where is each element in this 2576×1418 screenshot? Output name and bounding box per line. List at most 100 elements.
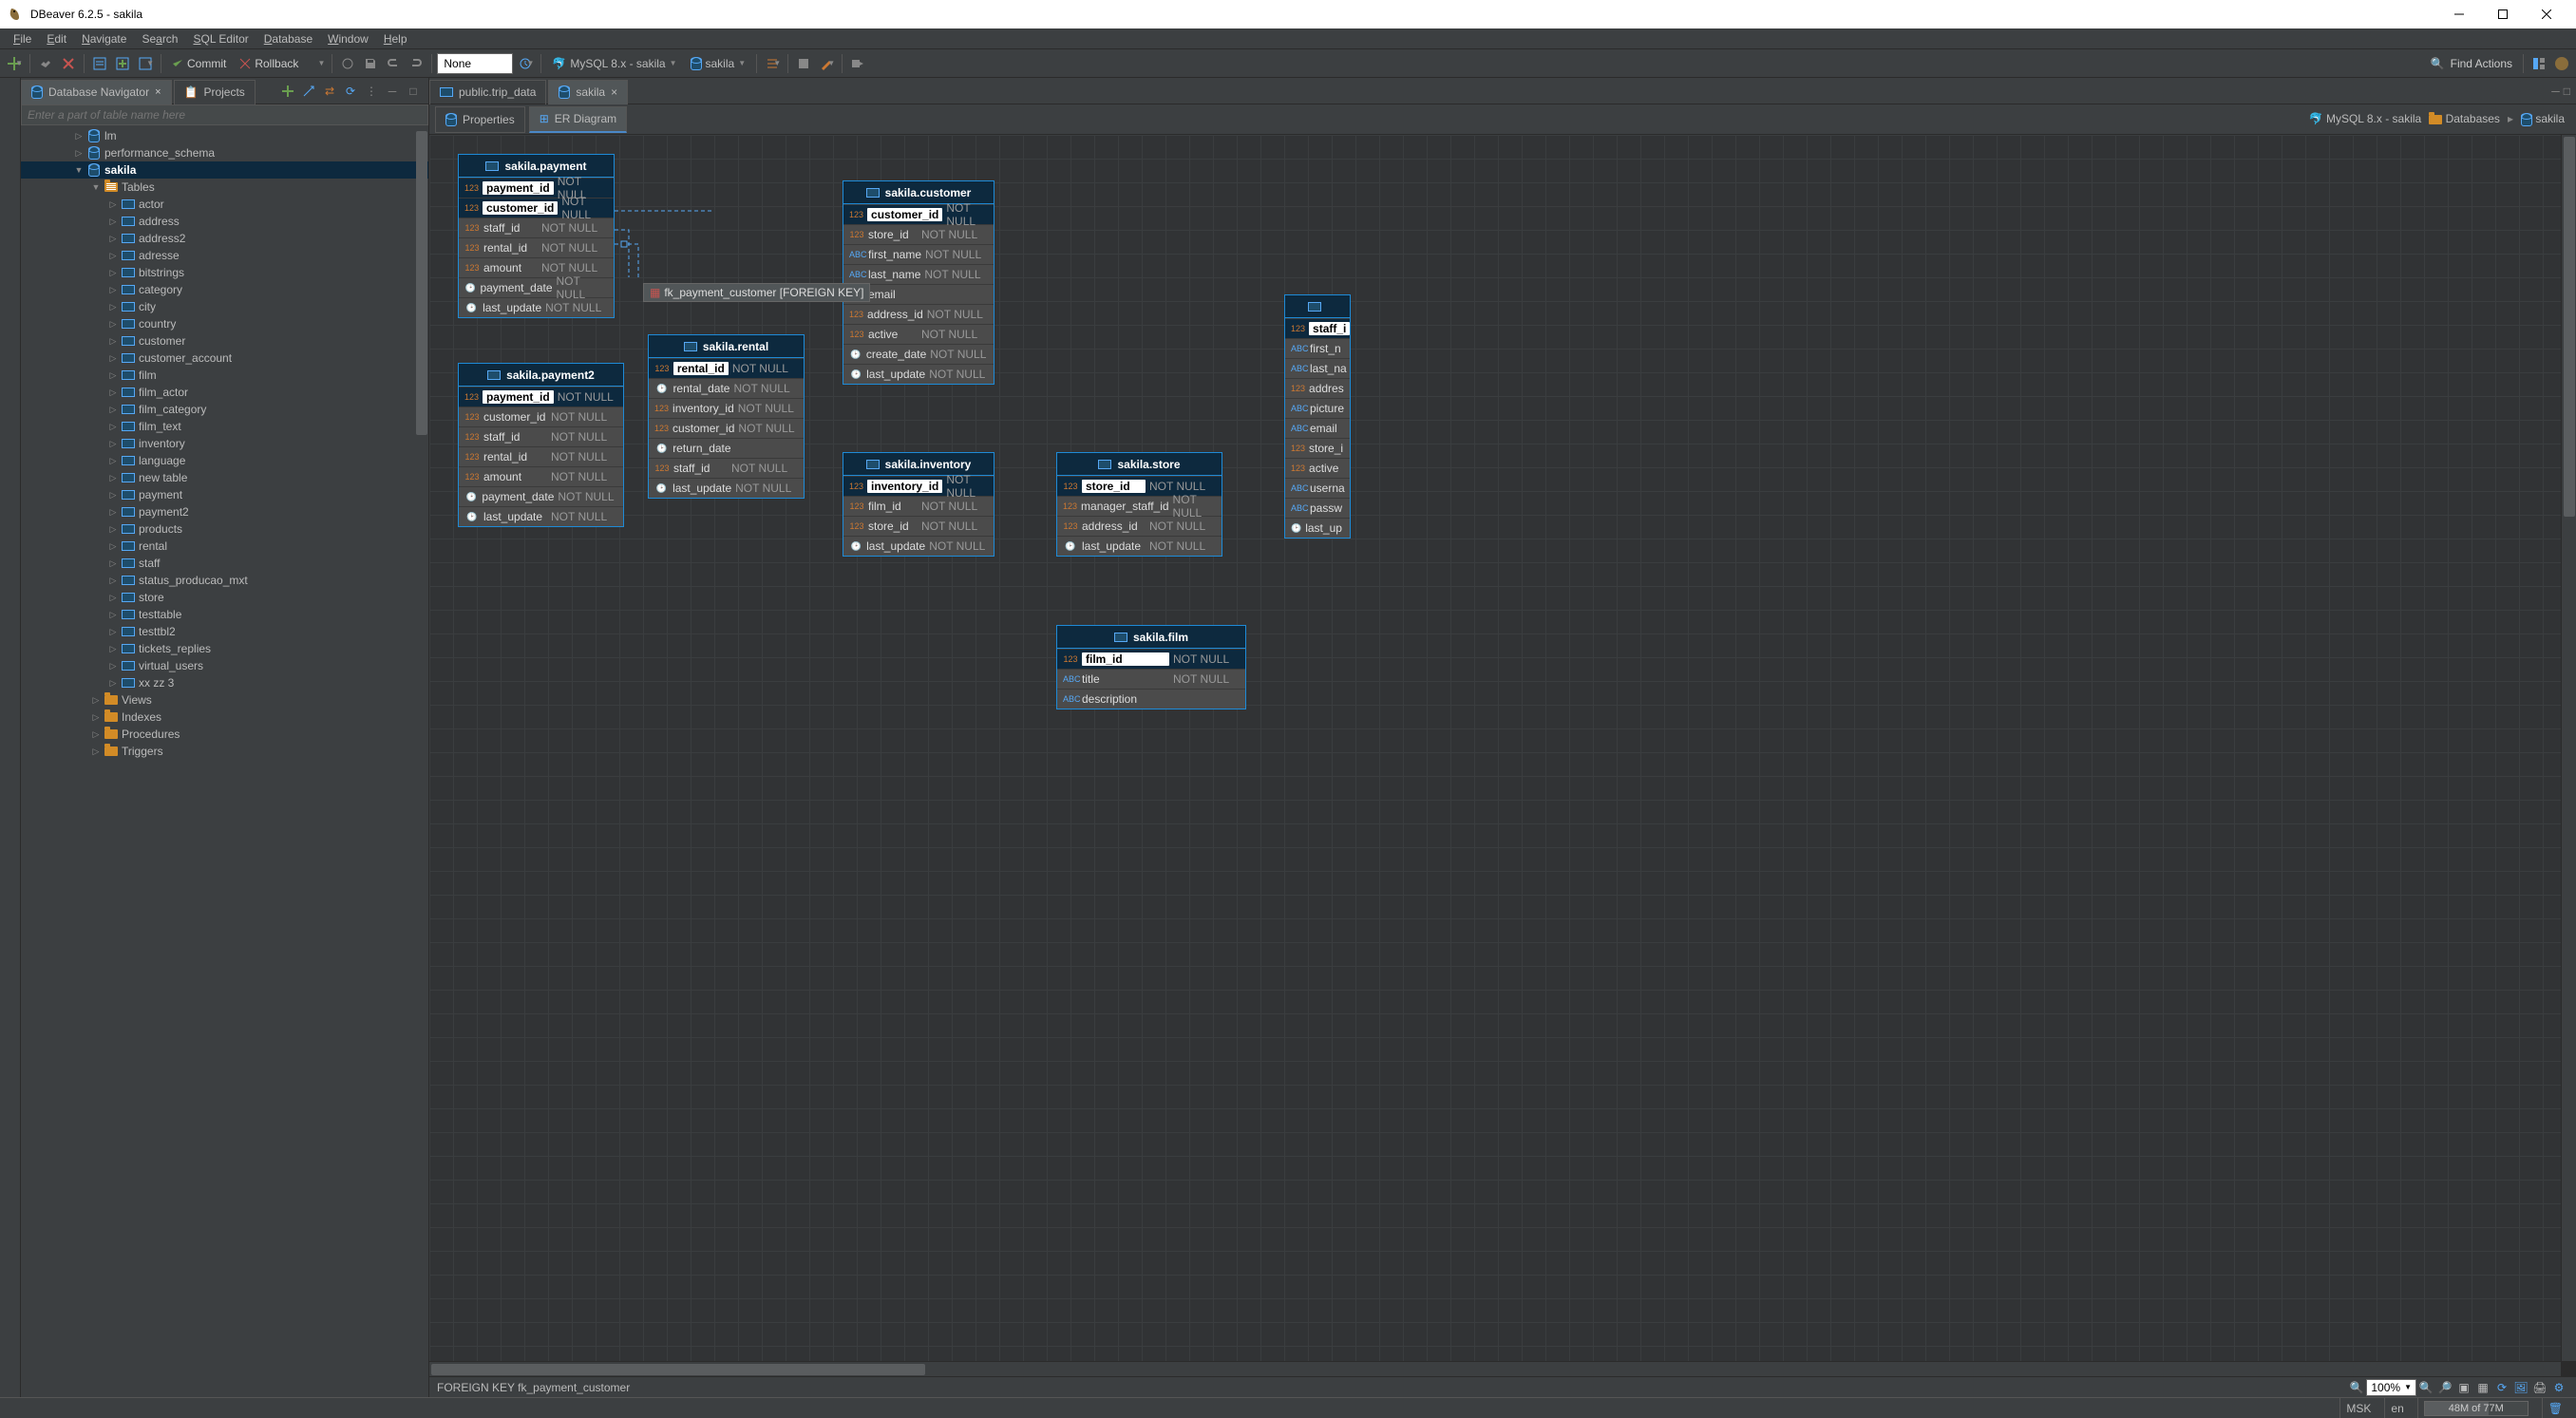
connection-breadcrumb[interactable]: 🐬 MySQL 8.x - sakila ▼ — [546, 57, 682, 70]
tree-table-virtual_users[interactable]: ▷virtual_users — [21, 657, 428, 674]
er-column-store_id[interactable]: 123store_idNOT NULL — [843, 516, 994, 536]
rail-icon[interactable] — [2, 97, 19, 114]
tree-table-testtbl2[interactable]: ▷testtbl2 — [21, 623, 428, 640]
er-column-title[interactable]: ABCtitleNOT NULL — [1057, 669, 1245, 689]
er-column-address_id[interactable]: 123address_idNOT NULL — [1057, 516, 1222, 536]
disconnect-button[interactable] — [58, 52, 79, 75]
status-lang[interactable]: en — [2384, 1398, 2409, 1418]
er-column-last_update[interactable]: 🕑last_updateNOT NULL — [843, 364, 994, 384]
er-column-customer_id[interactable]: 123customer_idNOT NULL — [459, 198, 614, 217]
er-column-customer_id[interactable]: 123customer_idNOT NULL — [649, 418, 804, 438]
er-table-title[interactable]: sakila.payment2 — [459, 364, 623, 387]
er-column-last_up[interactable]: 🕑last_up — [1285, 518, 1350, 538]
er-column-last_name[interactable]: ABClast_nameNOT NULL — [843, 264, 994, 284]
er-column-payment_date[interactable]: 🕑payment_dateNOT NULL — [459, 486, 623, 506]
zoom-in-button[interactable]: 🔍 — [2416, 1378, 2435, 1397]
er-column-email[interactable]: ABCemail — [1285, 418, 1350, 438]
commit-button[interactable]: Commit — [166, 52, 232, 75]
tree-table-film[interactable]: ▷film — [21, 367, 428, 384]
er-column-inventory_id[interactable]: 123inventory_idNOT NULL — [843, 476, 994, 496]
er-column-last_update[interactable]: 🕑last_updateNOT NULL — [1057, 536, 1222, 556]
print-button[interactable]: 🖨 — [2530, 1378, 2549, 1397]
perspective-button[interactable] — [2529, 52, 2549, 75]
menu-database[interactable]: Database — [256, 30, 320, 47]
er-column-staff_i[interactable]: 123staff_i — [1285, 318, 1350, 338]
er-table-title[interactable]: sakila.store — [1057, 453, 1222, 476]
menu-search[interactable]: Search — [134, 30, 185, 47]
menu-help[interactable]: Help — [376, 30, 415, 47]
tx-mode-combo[interactable]: None — [437, 53, 513, 74]
tree-table-status_producao_mxt[interactable]: ▷status_producao_mxt — [21, 572, 428, 589]
fit-button[interactable]: ▣ — [2454, 1378, 2473, 1397]
tree-table-staff[interactable]: ▷staff — [21, 555, 428, 572]
recent-sql-button[interactable]: ▼ — [135, 52, 156, 75]
er-column-manager_staff_id[interactable]: 123manager_staff_idNOT NULL — [1057, 496, 1222, 516]
nav-scrollbar[interactable] — [415, 131, 428, 1391]
tree-table-film_text[interactable]: ▷film_text — [21, 418, 428, 435]
tree-node-views[interactable]: ▷Views — [21, 691, 428, 709]
refresh-button[interactable]: ⟳ — [2492, 1378, 2511, 1397]
er-column-staff_id[interactable]: 123staff_idNOT NULL — [459, 426, 623, 446]
nav-menu-button[interactable]: ⋮ — [362, 82, 381, 101]
save-button[interactable] — [360, 52, 381, 75]
er-column-customer_id[interactable]: 123customer_idNOT NULL — [843, 204, 994, 224]
tree-table-inventory[interactable]: ▷inventory — [21, 435, 428, 452]
status-memory[interactable]: 48M of 77M — [2417, 1398, 2534, 1418]
dbeaver-icon-button[interactable] — [2551, 52, 2572, 75]
menu-edit[interactable]: Edit — [39, 30, 74, 47]
er-column-inventory_id[interactable]: 123inventory_idNOT NULL — [649, 398, 804, 418]
tree-table-rental[interactable]: ▷rental — [21, 538, 428, 555]
er-column-userna[interactable]: ABCuserna — [1285, 478, 1350, 498]
er-table-rental[interactable]: sakila.rental123rental_idNOT NULL🕑rental… — [648, 334, 805, 499]
er-column-last_update[interactable]: 🕑last_updateNOT NULL — [459, 506, 623, 526]
breadcrumb-sakila[interactable]: sakila — [2521, 112, 2565, 126]
nav-tree[interactable]: ▷lm ▷performance_schema ▼sakila ▼Tables … — [21, 125, 428, 1397]
result-panels-button[interactable]: ▼ — [762, 52, 783, 75]
fk-label-badge[interactable]: ▦ fk_payment_customer [FOREIGN KEY] — [643, 283, 870, 302]
tree-table-actor[interactable]: ▷actor — [21, 196, 428, 213]
nav-maximize-button[interactable]: □ — [404, 82, 423, 101]
tree-table-address2[interactable]: ▷address2 — [21, 230, 428, 247]
er-column-rental_id[interactable]: 123rental_idNOT NULL — [459, 446, 623, 466]
tree-table-tickets_replies[interactable]: ▷tickets_replies — [21, 640, 428, 657]
editor-tab-sakila[interactable]: sakila× — [548, 80, 628, 104]
er-column-passw[interactable]: ABCpassw — [1285, 498, 1350, 518]
er-column-first_name[interactable]: ABCfirst_nameNOT NULL — [843, 244, 994, 264]
er-column-active[interactable]: 123activeNOT NULL — [843, 324, 994, 344]
menu-sql-editor[interactable]: SQL Editor — [185, 30, 256, 47]
close-icon[interactable]: × — [611, 85, 617, 99]
er-column-last_update[interactable]: 🕑last_updateNOT NULL — [843, 536, 994, 556]
er-column-film_id[interactable]: 123film_idNOT NULL — [1057, 649, 1245, 669]
tree-node-lm[interactable]: ▷lm — [21, 127, 428, 144]
tree-node-indexes[interactable]: ▷Indexes — [21, 709, 428, 726]
er-column-rental_date[interactable]: 🕑rental_dateNOT NULL — [649, 378, 804, 398]
tree-table-address[interactable]: ▷address — [21, 213, 428, 230]
undo-button[interactable] — [383, 52, 404, 75]
nav-collapse-button[interactable]: ⇄ — [320, 82, 339, 101]
er-table-title[interactable]: sakila.film — [1057, 626, 1245, 649]
zoom-combo[interactable]: 100%▼ — [2366, 1379, 2416, 1396]
status-gc-button[interactable]: 🗑 — [2542, 1398, 2568, 1418]
subtab-properties[interactable]: Properties — [435, 106, 525, 133]
minimize-button[interactable] — [2437, 0, 2481, 28]
breadcrumb-databases[interactable]: Databases — [2429, 112, 2500, 125]
zoom-out-button[interactable]: 🔎 — [2435, 1378, 2454, 1397]
editor-minimize-button[interactable]: ─ — [2551, 85, 2560, 98]
tree-table-film_category[interactable]: ▷film_category — [21, 401, 428, 418]
new-sql-button[interactable] — [112, 52, 133, 75]
tree-node-sakila[interactable]: ▼sakila — [21, 161, 428, 179]
er-table-staff[interactable]: 123staff_iABCfirst_nABClast_na123addresA… — [1284, 294, 1351, 539]
er-column-picture[interactable]: ABCpicture — [1285, 398, 1350, 418]
tree-table-category[interactable]: ▷category — [21, 281, 428, 298]
er-column-staff_id[interactable]: 123staff_idNOT NULL — [649, 458, 804, 478]
tree-node-procedures[interactable]: ▷Procedures — [21, 726, 428, 743]
driver-manager-button[interactable] — [793, 52, 814, 75]
diagram-h-scrollbar[interactable] — [429, 1361, 2561, 1376]
rollback-button[interactable]: Rollback — [234, 52, 304, 75]
er-column-staff_id[interactable]: 123staff_idNOT NULL — [459, 217, 614, 237]
find-actions-button[interactable]: Find Actions — [2425, 57, 2518, 70]
er-column-rental_id[interactable]: 123rental_idNOT NULL — [649, 358, 804, 378]
breadcrumb-connection[interactable]: 🐬 MySQL 8.x - sakila — [2309, 112, 2422, 125]
er-column-addres[interactable]: 123addres — [1285, 378, 1350, 398]
close-icon[interactable]: × — [155, 86, 161, 98]
